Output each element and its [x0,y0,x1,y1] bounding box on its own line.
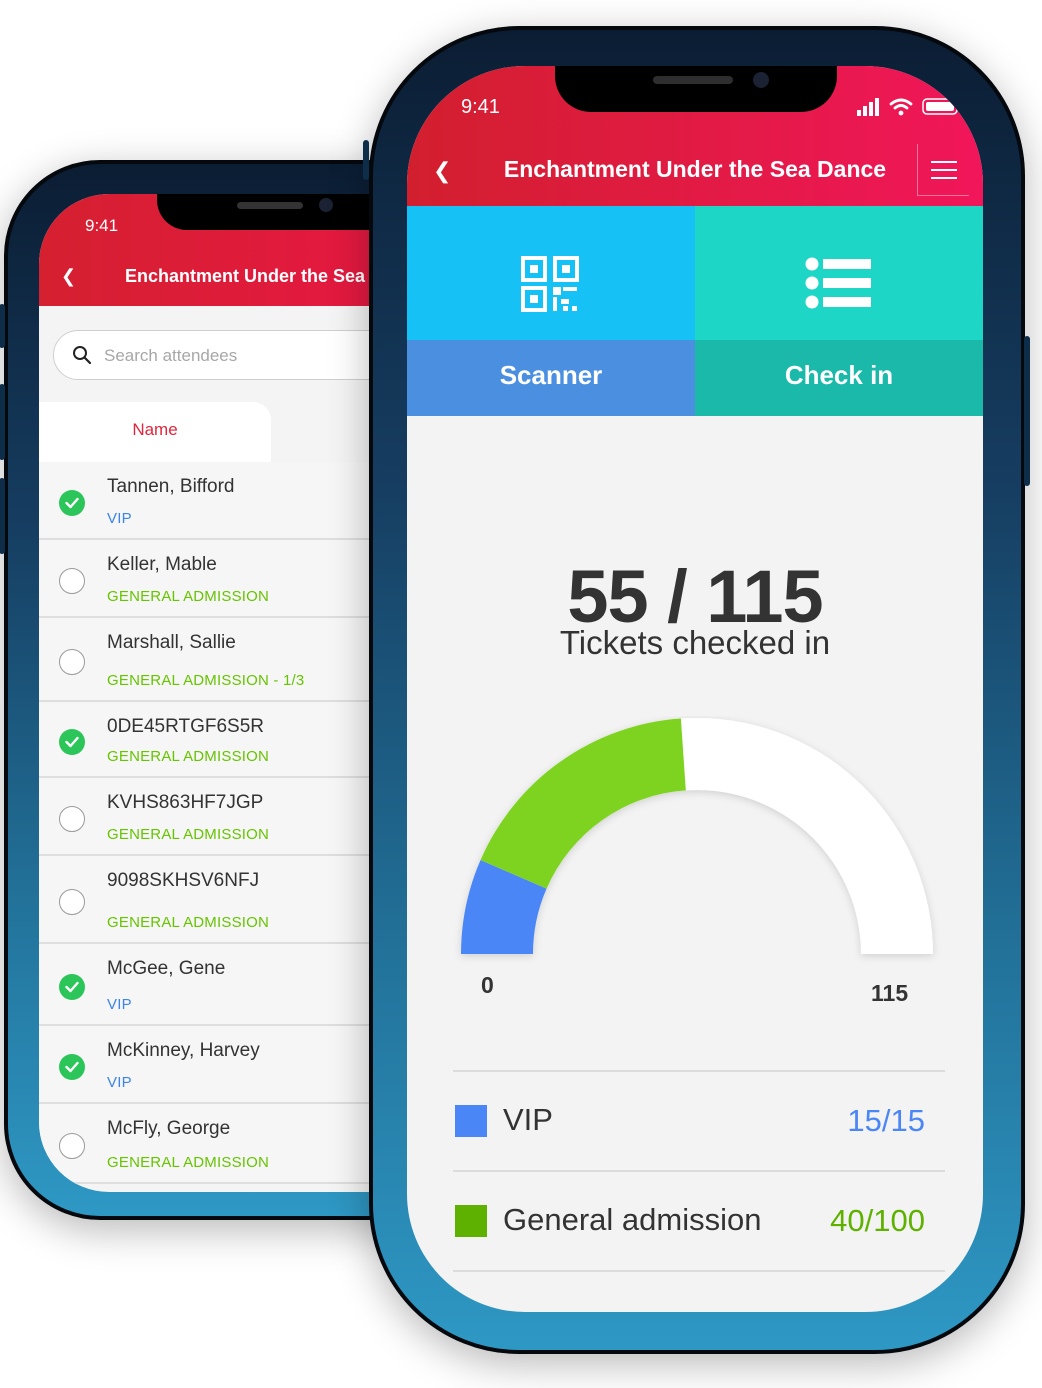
qr-code-icon [521,256,579,312]
ticket-type: GENERAL ADMISSION [107,748,270,765]
search-icon [73,346,92,365]
legend-row-general: General admission 40/100 [453,1172,945,1270]
menu-button[interactable] [917,144,969,196]
check-in-button[interactable]: Check in [695,206,983,416]
side-button [0,478,5,554]
gauge-segment-general [480,718,686,889]
attendee-name: McFly, George [107,1118,231,1139]
speaker [237,202,303,209]
checked-circle-icon[interactable] [59,974,85,1000]
signal-icon [857,98,879,116]
status-time: 9:41 [461,96,500,118]
camera [319,198,333,212]
legend-swatch-general [455,1205,487,1237]
legend-name-vip: VIP [503,1102,553,1137]
attendee-name: McKinney, Harvey [107,1040,260,1061]
gauge-min-label: 0 [481,972,494,998]
event-title: Enchantment Under the Sea D [125,266,384,286]
status-icons [857,98,962,116]
ticket-type: GENERAL ADMISSION [107,914,270,931]
ticket-type: VIP [107,996,132,1013]
hamburger-icon [931,169,957,171]
ticket-type: VIP [107,510,132,527]
check-in-gauge [461,718,933,954]
unchecked-circle-icon[interactable] [59,568,85,594]
phone-notch [555,66,837,112]
status-time: 9:41 [85,216,119,235]
scanner-label-bar: Scanner [407,340,695,416]
legend-name-general: General admission [503,1202,762,1237]
app-header: 9:41 ❮ Enchantment Under the Sea Dance [407,66,983,206]
checked-circle-icon[interactable] [59,490,85,516]
unchecked-circle-icon[interactable] [59,889,85,915]
attendee-name: Keller, Mable [107,554,217,575]
check-in-label-bar: Check in [695,340,983,416]
unchecked-circle-icon[interactable] [59,649,85,675]
ticket-type: GENERAL ADMISSION [107,588,270,605]
check-in-label: Check in [784,360,894,390]
front-phone: 9:41 ❮ Enchantment Under the Sea Dance S… [363,26,1030,1354]
search-input[interactable] [104,341,404,371]
unchecked-circle-icon[interactable] [59,1133,85,1159]
wifi-icon [889,98,913,116]
battery-icon [922,98,962,115]
tab-name[interactable]: Name [39,402,271,462]
ticket-type: GENERAL ADMISSION - 1/3 [107,672,305,689]
list-icon [805,257,871,309]
ticket-type: VIP [107,1074,132,1091]
attendee-name: Marshall, Sallie [107,632,236,653]
checked-circle-icon[interactable] [59,729,85,755]
camera [753,72,769,88]
legend-value-vip: 15/15 [847,1103,925,1138]
event-title: Enchantment Under the Sea Dance [503,156,887,182]
speaker [653,76,733,84]
tab-name-label: Name [132,420,178,439]
hamburger-icon [931,161,957,163]
legend-swatch-vip [455,1105,487,1137]
scanner-label: Scanner [499,360,603,390]
side-button [0,304,5,348]
unchecked-circle-icon[interactable] [59,806,85,832]
event-dashboard-screen: 9:41 ❮ Enchantment Under the Sea Dance S… [407,66,983,1312]
attendee-name: McGee, Gene [107,958,226,979]
attendee-name: 0DE45RTGF6S5R [107,716,264,737]
attendee-name: KVHS863HF7JGP [107,792,264,813]
scanner-button[interactable]: Scanner [407,206,695,416]
ticket-type: GENERAL ADMISSION [107,826,270,843]
legend-row-vip: VIP 15/15 [453,1072,945,1170]
side-button [0,384,5,460]
checked-in-label: Tickets checked in [559,624,831,661]
side-button [1024,336,1030,486]
gauge-max-label: 115 [871,980,909,1006]
back-arrow-icon[interactable]: ❮ [61,266,76,287]
attendee-name: Tannen, Bifford [107,476,235,497]
legend-value-general: 40/100 [830,1203,925,1238]
hamburger-icon [931,177,957,179]
attendee-name: 9098SKHSV6NFJ [107,870,260,891]
divider [453,1270,945,1272]
ticket-type: GENERAL ADMISSION [107,1154,270,1171]
side-button [363,140,369,180]
checked-circle-icon[interactable] [59,1054,85,1080]
